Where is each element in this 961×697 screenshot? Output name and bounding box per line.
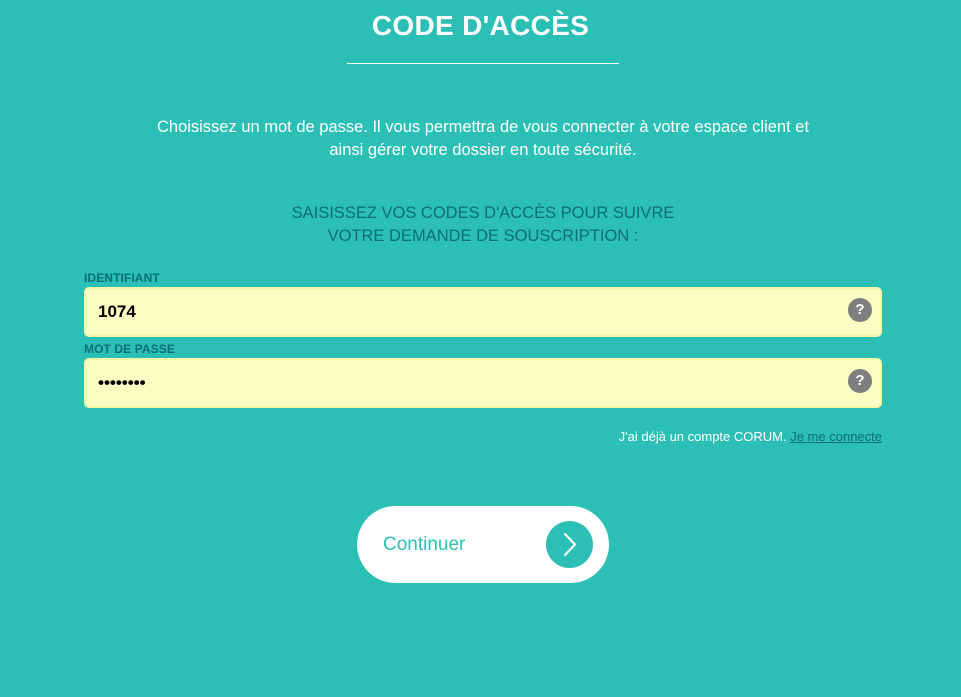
chevron-right-icon (546, 521, 593, 568)
help-icon[interactable]: ? (848, 298, 872, 322)
password-field-box: ? (84, 358, 882, 408)
identifiant-label: IDENTIFIANT (84, 271, 160, 285)
page-title: CODE D'ACCÈS (371, 10, 590, 41)
existing-account-text: J'ai déjà un compte CORUM. Je me connect… (619, 429, 882, 444)
help-icon[interactable]: ? (848, 369, 872, 393)
subheading-line-1: SAISISSEZ VOS CODES D'ACCÈS POUR SUIVRE (291, 204, 675, 222)
existing-account-label: J'ai déjà un compte CORUM. (618, 429, 791, 444)
intro-line-1: Choisissez un mot de passe. Il vous perm… (156, 118, 810, 136)
intro-line-2: ainsi gérer votre dossier en toute sécur… (329, 141, 637, 159)
identifiant-field-box: ? (84, 287, 882, 337)
title-divider (347, 63, 619, 64)
login-link[interactable]: Je me connecte (790, 429, 882, 444)
form-subheading: SAISISSEZ VOS CODES D'ACCÈS POUR SUIVRE … (180, 202, 786, 248)
intro-text: Choisissez un mot de passe. Il vous perm… (120, 116, 846, 162)
password-input[interactable] (98, 360, 838, 406)
subheading-line-2: VOTRE DEMANDE DE SOUSCRIPTION : (327, 227, 639, 245)
continue-button[interactable]: Continuer (357, 506, 609, 583)
identifiant-input[interactable] (98, 289, 838, 335)
password-label: MOT DE PASSE (84, 342, 175, 356)
continue-label: Continuer (383, 534, 466, 555)
